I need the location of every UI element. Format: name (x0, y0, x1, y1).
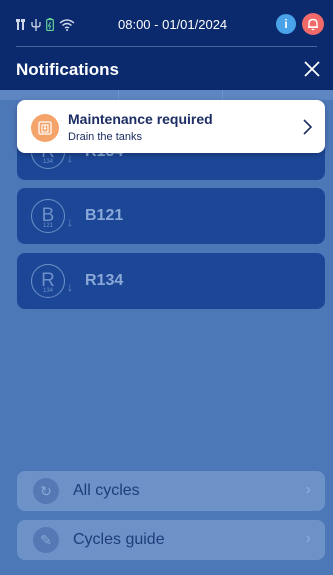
chevron-right-icon (303, 119, 313, 135)
refresh-icon: ↻ (33, 478, 59, 504)
cycle-label: R134 (85, 272, 124, 289)
tab-strip (0, 90, 333, 100)
page-title: Notifications (16, 60, 119, 79)
notification-subtitle: Drain the tanks (68, 131, 142, 143)
cycles-guide-button[interactable]: ✎ Cycles guide › (17, 520, 325, 560)
cycles-guide-label: Cycles guide (73, 531, 165, 548)
chevron-right-icon: › (305, 530, 311, 547)
bell-icon[interactable] (302, 13, 324, 35)
clock: 08:00 - 01/01/2024 (118, 17, 228, 32)
cycle-label: B121 (85, 207, 124, 224)
close-icon[interactable] (300, 57, 324, 81)
cycle-card-b121[interactable]: B 121 ↓ B121 (17, 188, 325, 244)
chevron-right-icon: › (305, 481, 311, 498)
guide-icon: ✎ (33, 527, 59, 553)
all-cycles-label: All cycles (73, 482, 140, 499)
drain-tank-icon (31, 114, 59, 142)
status-bar: 08:00 - 01/01/2024 i (0, 0, 333, 48)
cycle-card-r134[interactable]: R 134 ↓ R134 (17, 253, 325, 309)
tools-icon (16, 18, 25, 30)
all-cycles-button[interactable]: ↻ All cycles › (17, 471, 325, 511)
info-icon[interactable]: i (276, 14, 296, 34)
notification-title: Maintenance required (68, 111, 213, 127)
battery-icon (46, 18, 54, 31)
usb-icon (31, 18, 41, 31)
status-divider (16, 46, 317, 47)
status-icons (16, 18, 75, 31)
wifi-icon (59, 18, 75, 31)
notification-card[interactable]: Maintenance required Drain the tanks (17, 100, 325, 153)
cycle-r134-icon: R 134 ↓ (31, 264, 73, 298)
cycle-b121-icon: B 121 ↓ (31, 199, 73, 233)
notifications-header: Notifications (0, 48, 333, 90)
